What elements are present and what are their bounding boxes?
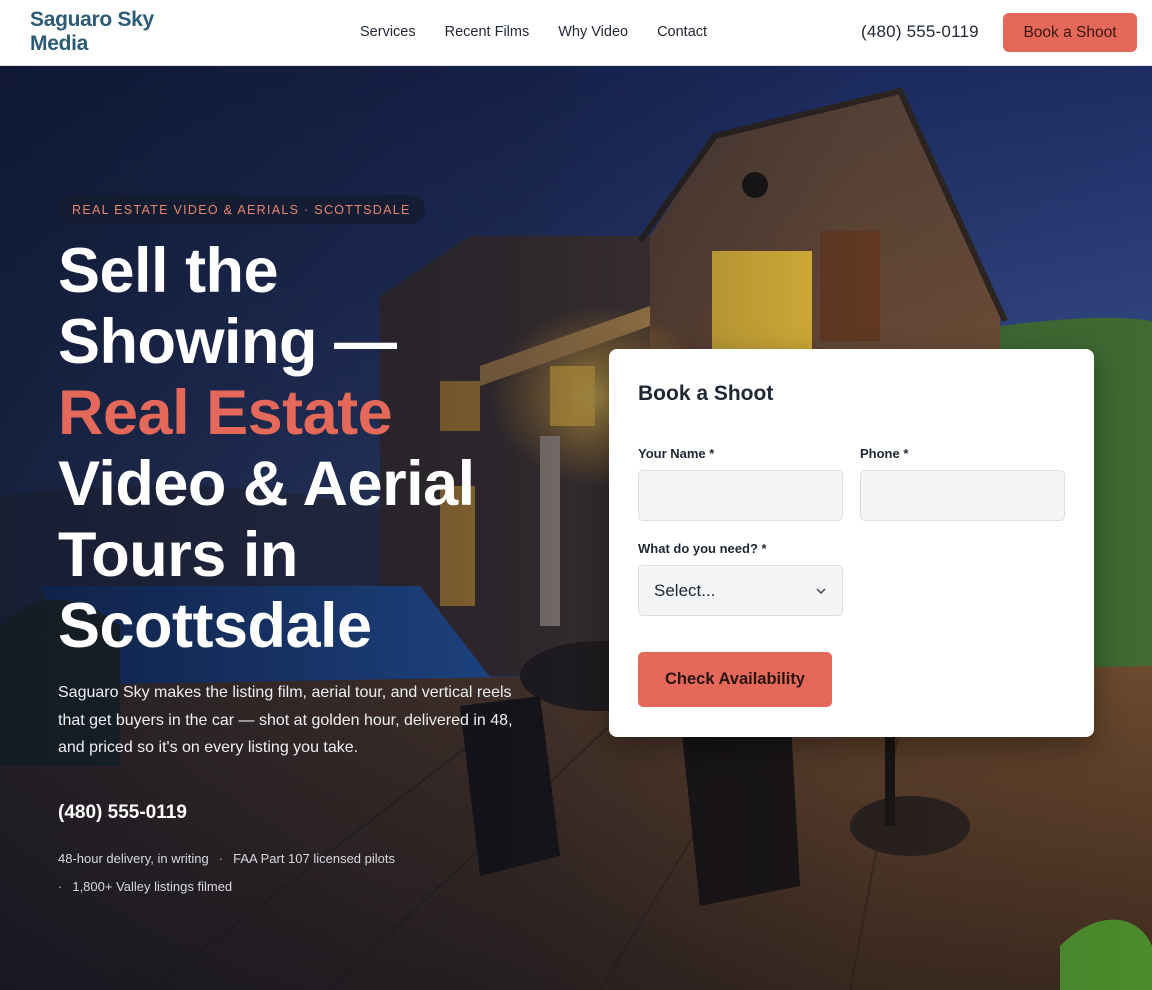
headline-line-2: Showing — (58, 307, 397, 377)
name-field-wrapper (638, 470, 843, 521)
nav-contact[interactable]: Contact (657, 24, 707, 40)
trust-points: 48-hour delivery, in writing · FAA Part 10… (58, 845, 478, 901)
headline-line-1: Sell the (58, 236, 279, 306)
name-label: Your Name * (638, 446, 715, 461)
nav-services[interactable]: Services (360, 24, 416, 40)
nav-why-video[interactable]: Why Video (558, 24, 628, 40)
need-label: What do you need? * (638, 541, 767, 556)
headline-accent: Real Estate (58, 378, 393, 448)
trust-point: 48-hour delivery, in writing (58, 851, 209, 866)
book-shoot-button[interactable]: Book a Shoot (1003, 13, 1137, 52)
headline-line-6: Scottsdale (58, 591, 372, 661)
site-logo[interactable]: Saguaro Sky Media (30, 8, 200, 56)
site-header: Saguaro Sky Media Services Recent Films … (0, 0, 1152, 66)
phone-label: Phone * (860, 446, 909, 461)
check-availability-button[interactable]: Check Availability (638, 652, 832, 707)
separator-dot: · (58, 879, 63, 894)
booking-form-card: Book a Shoot Your Name * Phone * What do… (609, 349, 1094, 737)
header-phone-link[interactable]: (480) 555-0119 (861, 22, 979, 42)
separator-dot: · (218, 851, 224, 866)
phone-input[interactable] (861, 471, 1064, 520)
hero-lede: Saguaro Sky makes the listing film, aeri… (58, 684, 513, 756)
trust-point: FAA Part 107 licensed pilots (233, 851, 395, 866)
form-title: Book a Shoot (638, 382, 774, 405)
main-nav: Services Recent Films Why Video Contact (360, 0, 707, 64)
service-select-value: Select... (654, 580, 716, 600)
nav-recent-films[interactable]: Recent Films (445, 24, 530, 40)
hero-eyebrow-badge: REAL ESTATE VIDEO & AERIALS · SCOTTSDALE (58, 195, 425, 224)
hero-phone-link[interactable]: (480) 555-0119 (58, 802, 187, 824)
hero-headline: Sell the Showing — Real Estate Video & A… (58, 236, 598, 662)
name-input[interactable] (639, 471, 842, 520)
headline-line-5: Tours in (58, 520, 298, 590)
chevron-down-icon (816, 588, 826, 594)
service-select[interactable]: Select... (638, 565, 843, 616)
headline-line-4: Video & Aerial (58, 449, 475, 519)
trust-point: 1,800+ Valley listings filmed (72, 879, 233, 894)
phone-field-wrapper (860, 470, 1065, 521)
